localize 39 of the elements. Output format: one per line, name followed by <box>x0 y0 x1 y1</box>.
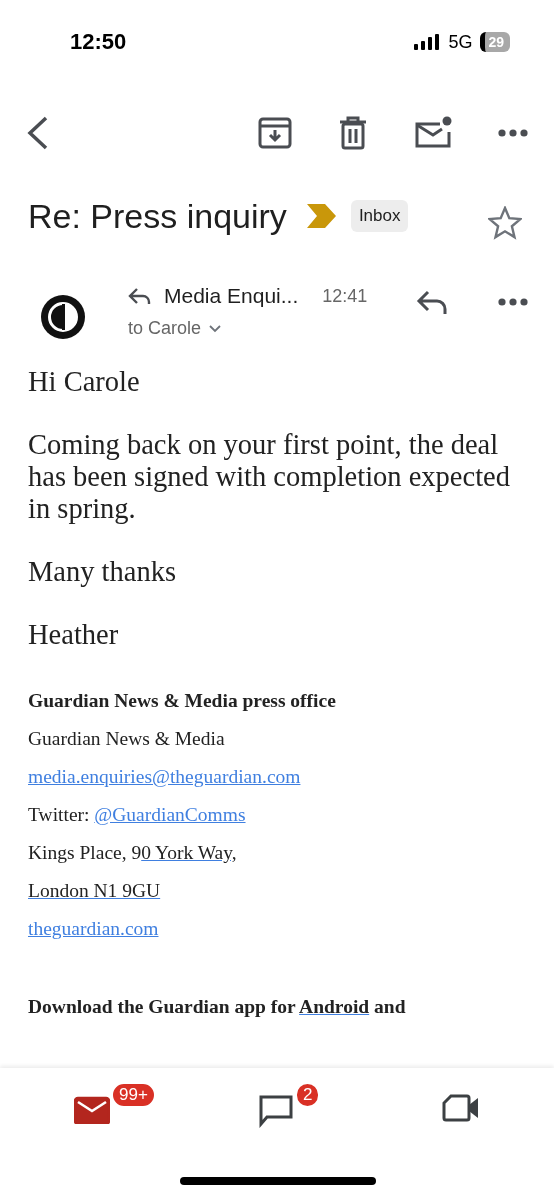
signature-line: Guardian News & Media <box>28 727 226 751</box>
recipient-toggle[interactable]: to Carole <box>128 318 222 339</box>
email-subject: Re: Press inquiry <box>28 196 287 236</box>
signature-link[interactable]: theguardian.com <box>28 918 159 939</box>
signature-line: Guardian News & Media press office <box>28 689 337 713</box>
archive-button[interactable] <box>258 116 292 150</box>
unread-count-badge: 2 <box>295 1082 321 1108</box>
chat-tab[interactable] <box>258 1094 294 1128</box>
more-button[interactable] <box>498 298 528 306</box>
body-paragraph: Many thanks <box>28 556 178 588</box>
label-chip[interactable]: Inbox <box>350 200 409 232</box>
reply-button[interactable] <box>416 290 448 316</box>
body-paragraph: Coming back on your first point, the deal has been signed with completion expected in spring. <box>28 429 511 525</box>
star-button[interactable] <box>488 206 522 240</box>
app-link[interactable]: Android <box>299 996 370 1017</box>
mail-tab[interactable] <box>74 1094 110 1124</box>
unread-count-badge: 99+ <box>111 1082 156 1108</box>
signal-icon <box>414 34 441 50</box>
signature-line: Kings Place, 90 York Way, <box>28 841 238 865</box>
battery-indicator: 29 <box>480 32 510 52</box>
replied-icon <box>128 287 152 305</box>
status-time: 12:50 <box>70 29 127 55</box>
signature-link[interactable]: @GuardianComms <box>94 804 246 825</box>
more-button[interactable] <box>498 129 528 137</box>
body-paragraph: Hi Carole <box>28 366 141 398</box>
address-link[interactable]: London N1 9GU <box>28 880 161 901</box>
sender-name[interactable]: Media Enqui... <box>164 284 299 308</box>
mark-unread-button[interactable] <box>414 116 452 150</box>
body-paragraph: Heather <box>28 619 120 651</box>
sender-logo <box>40 294 86 340</box>
chevron-down-icon <box>209 324 222 333</box>
network-label: 5G <box>448 31 473 53</box>
signature-line: Twitter: @GuardianComms <box>28 803 247 827</box>
app-download-line: Download the Guardian app for Android and <box>28 996 407 1018</box>
delete-button[interactable] <box>338 116 368 150</box>
address-link[interactable]: 0 York Way, <box>141 842 237 863</box>
signature-link[interactable]: media.enquiries@theguardian.com <box>28 766 301 787</box>
message-time: 12:41 <box>322 285 368 307</box>
meet-tab[interactable] <box>442 1094 480 1122</box>
